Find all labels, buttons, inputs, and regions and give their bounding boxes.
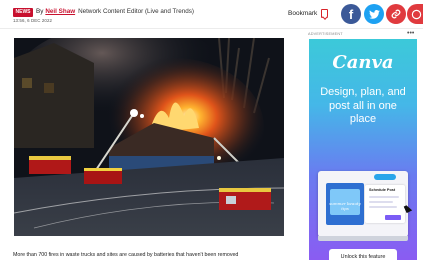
article-body-text: More than 700 fires in waste trucks and …: [13, 252, 239, 258]
twitter-share-button[interactable]: [364, 4, 384, 24]
ad-schedule-line: [369, 206, 397, 208]
copy-link-button[interactable]: [386, 4, 406, 24]
facebook-share-button[interactable]: f: [341, 4, 361, 24]
canva-logo: Canva: [332, 52, 394, 73]
fire-scene-image: [14, 38, 284, 236]
ad-headline: Design, plan, and post all in one place: [320, 86, 406, 125]
article-photo[interactable]: [14, 38, 284, 236]
byline-prefix: By: [36, 8, 44, 15]
bookmark-icon: [321, 8, 329, 18]
ad-label: ADVERTISEMENT: [308, 32, 343, 36]
ad-post-text: summer beauty tips: [329, 201, 361, 211]
ad-schedule-panel: Schedule Post: [365, 185, 405, 223]
ad-laptop-mockup: summer beauty tips Schedule Post: [318, 171, 408, 241]
comment-icon: [411, 9, 422, 19]
ad-laptop-base: [318, 236, 408, 241]
canva-advertisement[interactable]: Canva Design, plan, and post all in one …: [309, 39, 417, 260]
ad-cta-button[interactable]: Unlock this feature: [329, 249, 397, 260]
ad-schedule-line: [369, 201, 393, 203]
comments-button[interactable]: [407, 4, 423, 24]
ad-schedule-button: [385, 215, 401, 220]
header-divider: [0, 28, 423, 29]
bookmark-label: Bookmark: [288, 9, 318, 17]
link-icon: [391, 9, 401, 19]
news-badge: NEWS: [13, 7, 33, 17]
publish-date: 13:56, 6 DEC 2022: [13, 18, 53, 23]
facebook-icon: f: [348, 6, 354, 22]
bookmark-button[interactable]: Bookmark: [288, 7, 329, 19]
ad-menu-icon[interactable]: •••: [407, 30, 414, 37]
twitter-icon: [368, 9, 380, 19]
ad-post-card: summer beauty tips: [326, 183, 364, 225]
author-role: Network Content Editor (Live and Trends): [78, 8, 194, 15]
ad-schedule-title: Schedule Post: [369, 188, 396, 192]
ad-schedule-line: [369, 196, 399, 198]
ad-pill: [374, 174, 396, 180]
byline: NEWS By Neil Shaw Network Content Editor…: [13, 6, 293, 18]
article-page: NEWS By Neil Shaw Network Content Editor…: [0, 0, 423, 260]
author-link[interactable]: Neil Shaw: [45, 6, 75, 18]
